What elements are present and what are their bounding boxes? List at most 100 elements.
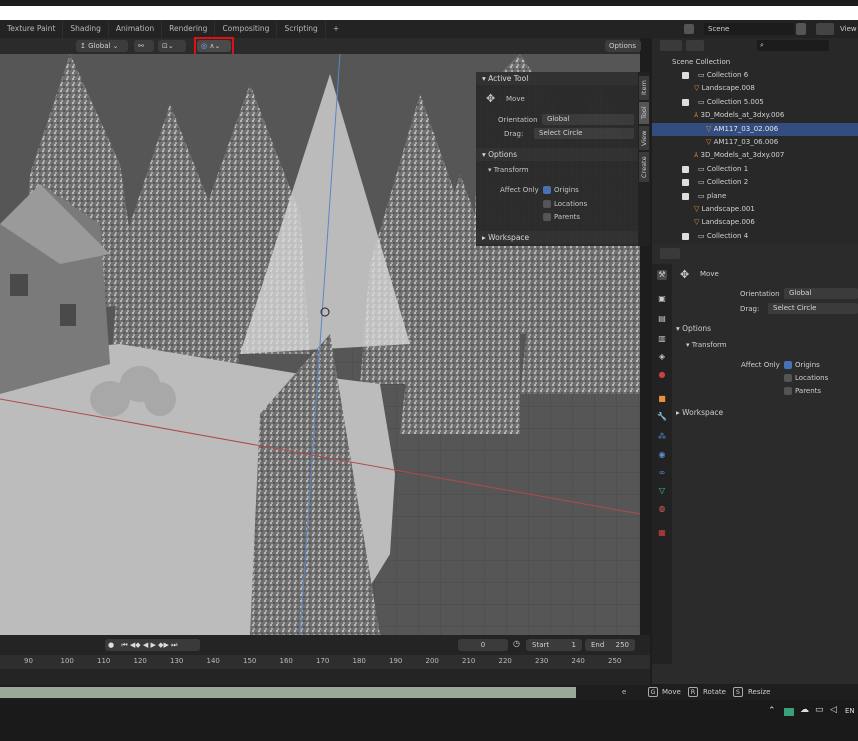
scene-tab-icon[interactable]: ◈ xyxy=(657,352,667,362)
visibility-checkbox[interactable] xyxy=(682,179,689,187)
outliner-row[interactable]: ⅄ 3D_Models_at_3dxy.007 xyxy=(652,149,858,162)
tab-create[interactable]: Create xyxy=(639,152,649,182)
view-layer-tab-icon[interactable]: ▥ xyxy=(657,334,667,344)
drag-dropdown[interactable]: Select Circle xyxy=(768,303,858,314)
origins-checkbox[interactable] xyxy=(543,186,551,194)
origins-checkbox[interactable] xyxy=(784,361,792,369)
tab-texture-paint[interactable]: Texture Paint xyxy=(0,20,62,38)
jump-end-button[interactable]: ⏭ xyxy=(171,641,177,649)
scene-name-field[interactable]: Scene xyxy=(704,23,794,35)
tab-rendering[interactable]: Rendering xyxy=(161,20,214,38)
parents-label: Parents xyxy=(554,213,581,221)
frame-tick-label: 200 xyxy=(425,657,439,665)
locations-label: Locations xyxy=(554,200,588,208)
tool-tab-icon[interactable]: ⚒ xyxy=(657,270,667,280)
jump-start-button[interactable]: ⏮ xyxy=(121,641,127,649)
outliner-row[interactable]: ▭ Collection 6 xyxy=(652,69,858,82)
locations-checkbox[interactable] xyxy=(784,374,792,382)
scene-copy-icon[interactable] xyxy=(796,23,806,35)
view-layer-label[interactable]: View xyxy=(840,23,857,35)
outliner-editor-type[interactable] xyxy=(660,40,682,51)
tray-chevron-icon[interactable]: ⌃ xyxy=(768,706,776,716)
cloud-icon[interactable]: ☁ xyxy=(800,705,809,715)
pivot-point-dropdown[interactable]: ⚯ xyxy=(134,40,154,52)
current-frame-field[interactable]: 0 xyxy=(458,639,508,651)
visibility-checkbox[interactable] xyxy=(682,192,689,200)
volume-icon[interactable]: ◁ xyxy=(830,705,837,715)
transform-header[interactable]: ▾ Transform xyxy=(488,166,529,174)
transform-orientation-dropdown[interactable]: ↥ Global ⌄ xyxy=(76,40,128,52)
collection-icon: ▭ xyxy=(698,97,707,106)
outliner-search-input[interactable]: ⌕ xyxy=(757,40,829,51)
outliner-row[interactable]: ▽ Landscape.006 xyxy=(652,216,858,229)
render-tab-icon[interactable]: ▣ xyxy=(657,294,667,304)
prev-keyframe-button[interactable]: ◀◆ xyxy=(130,641,141,649)
physics-tab-icon[interactable]: ◉ xyxy=(657,450,667,460)
orientation-dropdown[interactable]: Global xyxy=(542,114,634,125)
snap-toggle[interactable]: ⊡⌄ xyxy=(158,40,186,52)
visibility-checkbox[interactable] xyxy=(682,165,689,173)
modifier-tab-icon[interactable]: 🔧 xyxy=(657,412,667,422)
outliner-row[interactable]: ▽ AM117_03_02.006 xyxy=(652,122,858,136)
parents-checkbox[interactable] xyxy=(784,387,792,395)
end-frame-field[interactable]: End 250 xyxy=(585,639,635,651)
move-tool-icon: ✥ xyxy=(486,92,496,105)
tray-app-icon[interactable] xyxy=(784,708,794,716)
origins-label: Origins xyxy=(554,186,579,194)
workspace-header[interactable]: ▸ Workspace xyxy=(676,408,723,417)
options-header[interactable]: ▾ Options xyxy=(676,324,711,333)
options-dropdown[interactable]: Options xyxy=(605,40,641,52)
scene-icon[interactable] xyxy=(684,24,694,34)
add-workspace-button[interactable]: + xyxy=(324,20,346,38)
data-tab-icon[interactable]: ▽ xyxy=(657,486,667,496)
scene-collection-row[interactable]: Scene Collection xyxy=(652,56,858,69)
visibility-checkbox[interactable] xyxy=(682,98,689,106)
visibility-checkbox[interactable] xyxy=(682,72,689,79)
texture-tab-icon[interactable]: ▦ xyxy=(657,528,667,538)
active-tool-header[interactable]: ▾ Active Tool xyxy=(476,72,638,85)
language-indicator[interactable]: EN xyxy=(845,707,855,715)
outliner-row[interactable]: ▽ AM117_03_06.006 xyxy=(652,136,858,149)
outliner-display-mode[interactable] xyxy=(686,40,704,51)
workspace-header[interactable]: ▸ Workspace xyxy=(476,231,638,244)
transform-header[interactable]: ▾ Transform xyxy=(686,341,727,349)
outliner-row[interactable]: ⅄ 3D_Models_at_3dxy.006 xyxy=(652,109,858,122)
properties-editor-type[interactable] xyxy=(660,248,680,259)
outliner-row[interactable]: ▭ Collection 1 xyxy=(652,163,858,176)
tab-compositing[interactable]: Compositing xyxy=(214,20,276,38)
tab-shading[interactable]: Shading xyxy=(62,20,107,38)
locations-checkbox[interactable] xyxy=(543,200,551,208)
play-reverse-button[interactable]: ◀ xyxy=(143,641,148,649)
view-layer-icon[interactable] xyxy=(816,23,834,35)
record-button[interactable]: ● xyxy=(108,641,114,649)
world-tab-icon[interactable]: ● xyxy=(657,370,667,380)
object-tab-icon[interactable]: ■ xyxy=(657,394,667,404)
outliner-row[interactable]: ▽ Landscape.008 xyxy=(652,82,858,95)
outliner-row[interactable]: ▽ Landscape.001 xyxy=(652,203,858,216)
tab-tool[interactable]: Tool xyxy=(639,102,649,124)
next-keyframe-button[interactable]: ◆▶ xyxy=(158,641,169,649)
constraints-tab-icon[interactable]: ∞ xyxy=(657,468,667,478)
frame-ruler[interactable]: 90 100 110 120 130 140 150 160 170 180 190 200 210 22… xyxy=(0,655,650,669)
network-icon[interactable]: ▭ xyxy=(815,705,824,715)
visibility-checkbox[interactable] xyxy=(682,232,689,240)
tab-view[interactable]: View xyxy=(639,126,649,150)
output-tab-icon[interactable]: ▤ xyxy=(657,314,667,324)
options-header[interactable]: ▾ Options xyxy=(476,148,638,161)
outliner-row[interactable]: ▭ Collection 4 xyxy=(652,230,858,243)
drag-dropdown[interactable]: Select Circle xyxy=(534,128,634,139)
material-tab-icon[interactable]: ◍ xyxy=(657,504,667,514)
collection-icon: ▭ xyxy=(698,231,707,240)
tab-item[interactable]: Item xyxy=(639,76,649,100)
tab-animation[interactable]: Animation xyxy=(107,20,161,38)
outliner-row[interactable]: ▭ Collection 2 xyxy=(652,176,858,189)
outliner-row[interactable]: ▭ plane xyxy=(652,190,858,203)
tab-scripting[interactable]: Scripting xyxy=(276,20,324,38)
clock-icon[interactable]: ◷ xyxy=(513,639,520,648)
play-button[interactable]: ▶ xyxy=(151,641,156,649)
start-frame-field[interactable]: Start 1 xyxy=(526,639,582,651)
particles-tab-icon[interactable]: ⁂ xyxy=(657,432,667,442)
outliner-row[interactable]: ▭ Collection 5.005 xyxy=(652,96,858,109)
parents-checkbox[interactable] xyxy=(543,213,551,221)
orientation-dropdown[interactable]: Global xyxy=(784,288,858,299)
